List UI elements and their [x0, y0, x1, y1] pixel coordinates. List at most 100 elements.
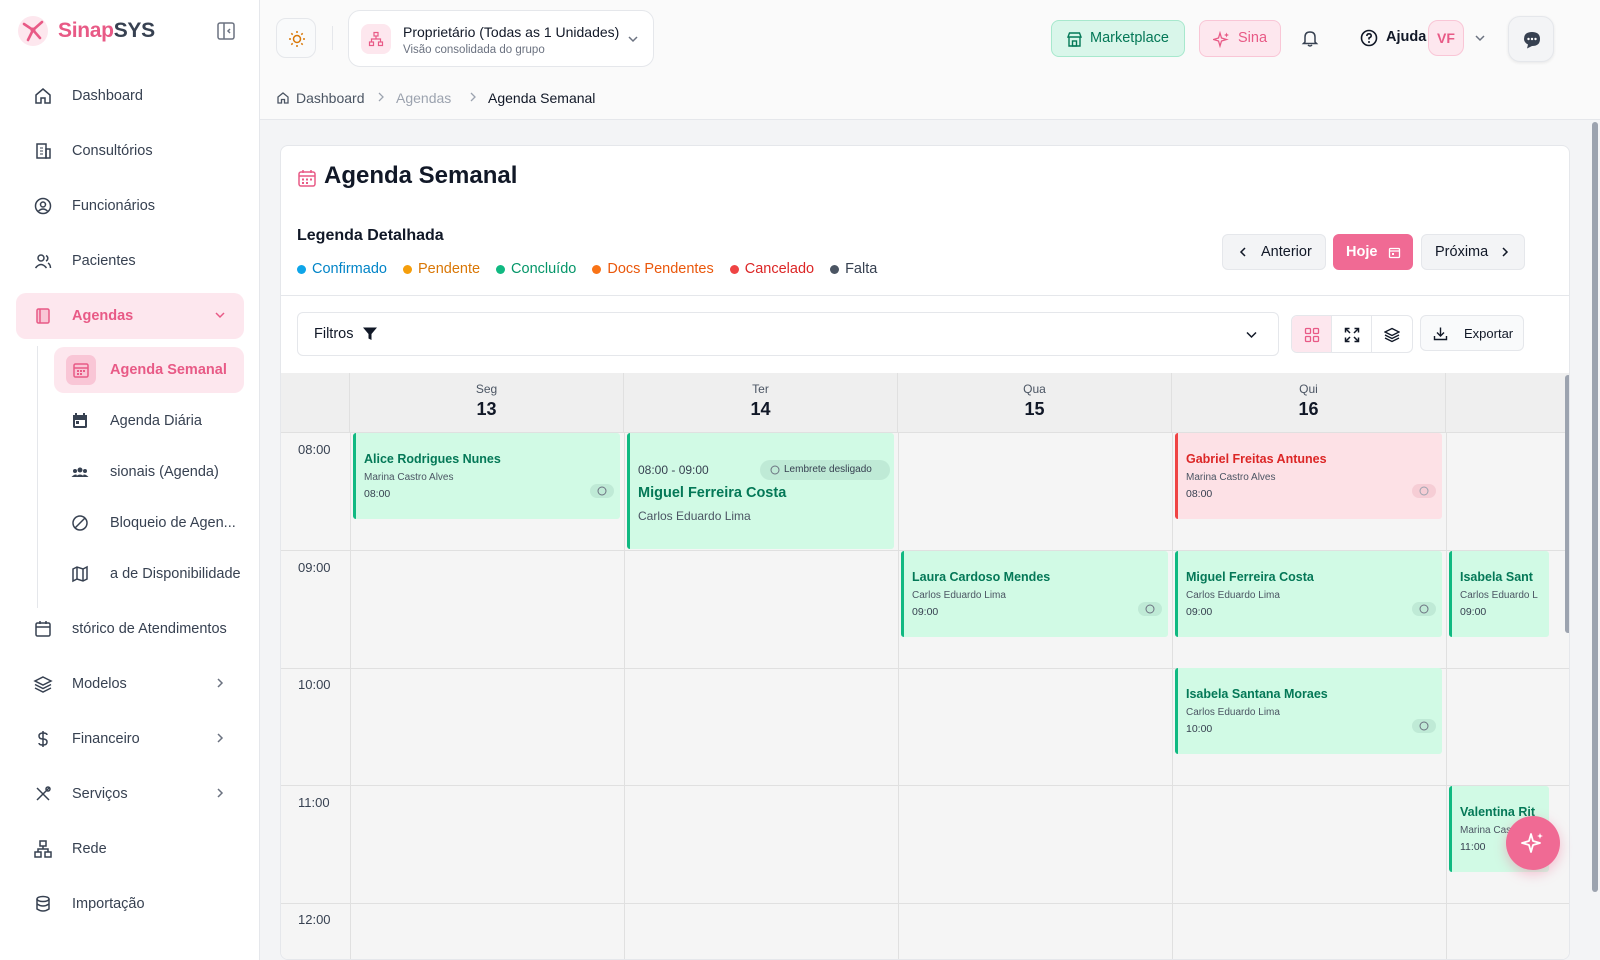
- chevron-right-icon: [217, 788, 224, 798]
- day-header[interactable]: Qui 16: [1172, 373, 1446, 433]
- previous-label: Anterior: [1261, 244, 1312, 260]
- sidebar-item-pacientes[interactable]: Pacientes: [16, 238, 244, 284]
- user-circle-icon: [34, 197, 52, 215]
- expand-icon: [1344, 327, 1360, 343]
- professional-name: Marina Castro Alves: [1186, 472, 1276, 483]
- chevron-down-icon[interactable]: [1474, 32, 1486, 44]
- breadcrumb-dashboard[interactable]: Dashboard: [296, 90, 365, 106]
- grid-line: [350, 433, 351, 959]
- fullscreen-button[interactable]: [1332, 316, 1372, 352]
- sidebar-sub-disponibilidade[interactable]: a de Disponibilidade: [54, 551, 244, 597]
- sina-ai-button[interactable]: Sina: [1199, 20, 1281, 57]
- day-header[interactable]: Seg 13: [350, 373, 624, 433]
- app-logo[interactable]: SinapSYS: [16, 14, 155, 48]
- unit-title: Proprietário (Todas as 1 Unidades): [403, 24, 620, 40]
- theme-toggle-button[interactable]: [276, 18, 316, 58]
- reminder-badge: Lembrete desligado: [760, 460, 890, 480]
- day-number: 15: [1024, 399, 1045, 419]
- unit-selector[interactable]: Proprietário (Todas as 1 Unidades) Visão…: [348, 10, 654, 67]
- appointment-card[interactable]: Isabela Santana Moraes Carlos Eduardo Li…: [1175, 668, 1442, 754]
- sidebar-sub-bloqueio[interactable]: Bloqueio de Agen...: [54, 500, 244, 546]
- professional-name: Marina Cas: [1460, 825, 1512, 836]
- sidebar-sub-profissionais[interactable]: sionais (Agenda): [54, 449, 244, 495]
- sidebar-sub-label: a de Disponibilidade: [110, 566, 241, 582]
- ban-icon: [72, 515, 88, 531]
- scrollbar-thumb[interactable]: [1565, 375, 1569, 633]
- whatsapp-icon: [770, 465, 780, 475]
- grid-line: [1446, 433, 1447, 959]
- filters-dropdown[interactable]: Filtros: [297, 312, 1279, 356]
- sidebar-item-funcionarios[interactable]: Funcionários: [16, 183, 244, 229]
- professional-name: Carlos Eduardo L: [1460, 590, 1538, 601]
- legend-item-cancelado: Cancelado: [729, 261, 814, 277]
- legend: Confirmado Pendente Concluído Docs Pende…: [297, 261, 877, 277]
- today-button[interactable]: Hoje: [1333, 234, 1413, 270]
- next-week-button[interactable]: Próxima: [1421, 234, 1525, 270]
- chat-button[interactable]: [1508, 16, 1554, 62]
- professional-name: Carlos Eduardo Lima: [912, 590, 1006, 601]
- whatsapp-icon: [1412, 719, 1436, 733]
- users-icon: [34, 254, 52, 269]
- export-button[interactable]: Exportar: [1420, 315, 1524, 351]
- sidebar-item-importacao[interactable]: Importação: [16, 881, 244, 927]
- chevron-down-icon: [628, 36, 638, 43]
- breadcrumb-current: Agenda Semanal: [488, 90, 596, 106]
- ai-assistant-fab[interactable]: [1506, 816, 1560, 870]
- previous-week-button[interactable]: Anterior: [1222, 234, 1326, 270]
- chevron-right-icon: [470, 92, 476, 102]
- divider: [281, 295, 1569, 296]
- notifications-bell-icon[interactable]: [1300, 28, 1320, 48]
- day-header[interactable]: Ter 14: [624, 373, 898, 433]
- grid-line: [281, 785, 1569, 786]
- sidebar-sub-agenda-diaria[interactable]: Agenda Diária: [54, 398, 244, 444]
- patient-name: Gabriel Freitas Antunes: [1186, 452, 1327, 466]
- next-label: Próxima: [1435, 244, 1489, 260]
- sidebar-sub-label: Agenda Semanal: [110, 362, 227, 378]
- sidebar-item-agendas[interactable]: Agendas: [16, 293, 244, 339]
- appointment-card[interactable]: 08:00 - 09:00 Lembrete desligado Miguel …: [627, 433, 894, 549]
- avatar[interactable]: VF: [1428, 20, 1464, 56]
- day-weekday: Qua: [1023, 382, 1046, 396]
- sidebar-item-label: Dashboard: [72, 88, 143, 104]
- sidebar-item-servicos[interactable]: Serviços: [16, 771, 244, 817]
- appointment-card[interactable]: Miguel Ferreira Costa Carlos Eduardo Lim…: [1175, 551, 1442, 637]
- sidebar: SinapSYS Dashboard Consultórios Funcioná…: [0, 0, 260, 960]
- appointment-card[interactable]: Gabriel Freitas Antunes Marina Castro Al…: [1175, 433, 1442, 519]
- layers-button[interactable]: [1372, 316, 1412, 352]
- grid-view-button[interactable]: [1292, 316, 1332, 352]
- sidebar-sub-agenda-semanal[interactable]: Agenda Semanal: [54, 347, 244, 393]
- sidebar-sub-label: Bloqueio de Agen...: [110, 515, 236, 531]
- app-name: SinapSYS: [58, 19, 155, 42]
- appointment-range: 08:00 - 09:00: [638, 463, 709, 477]
- group-icon: [71, 467, 89, 477]
- chevron-right-icon: [217, 678, 224, 688]
- download-icon: [1433, 327, 1448, 341]
- marketplace-button[interactable]: Marketplace: [1051, 20, 1185, 57]
- sidebar-item-consultorios[interactable]: Consultórios: [16, 128, 244, 174]
- breadcrumb-agendas[interactable]: Agendas: [396, 90, 451, 106]
- patient-name: Isabela Santana Moraes: [1186, 687, 1328, 701]
- sidebar-item-dashboard[interactable]: Dashboard: [16, 73, 244, 119]
- page-scrollbar[interactable]: [1592, 122, 1598, 892]
- breadcrumb: Dashboard Agendas Agenda Semanal: [260, 78, 1600, 120]
- week-calendar: Seg 13 Ter 14 Qua 15 Qui 16 08:00 09:00 10:0…: [281, 373, 1569, 959]
- calendar-scrollbar[interactable]: [1565, 373, 1569, 959]
- appointment-card[interactable]: Laura Cardoso Mendes Carlos Eduardo Lima…: [901, 551, 1168, 637]
- whatsapp-icon: [590, 484, 614, 498]
- time-label: 08:00: [298, 442, 331, 457]
- sidebar-item-label: Modelos: [72, 676, 127, 692]
- sidebar-item-historico[interactable]: stórico de Atendimentos: [16, 606, 244, 652]
- sidebar-collapse-icon[interactable]: [215, 20, 237, 42]
- appointment-card[interactable]: Alice Rodrigues Nunes Marina Castro Alve…: [353, 433, 620, 519]
- sidebar-item-financeiro[interactable]: Financeiro: [16, 716, 244, 762]
- appointment-card[interactable]: Isabela Sant Carlos Eduardo L 09:00: [1449, 551, 1549, 637]
- day-header[interactable]: Qua 15: [898, 373, 1172, 433]
- patient-name: Miguel Ferreira Costa: [1186, 570, 1314, 584]
- marketplace-label: Marketplace: [1090, 30, 1169, 46]
- sidebar-item-modelos[interactable]: Modelos: [16, 661, 244, 707]
- filter-icon: [363, 327, 377, 340]
- calendar-header: Seg 13 Ter 14 Qua 15 Qui 16: [281, 373, 1569, 433]
- legend-item-concluido: Concluído: [496, 261, 576, 277]
- sidebar-item-rede[interactable]: Rede: [16, 826, 244, 872]
- appointment-time: 10:00: [1186, 723, 1213, 735]
